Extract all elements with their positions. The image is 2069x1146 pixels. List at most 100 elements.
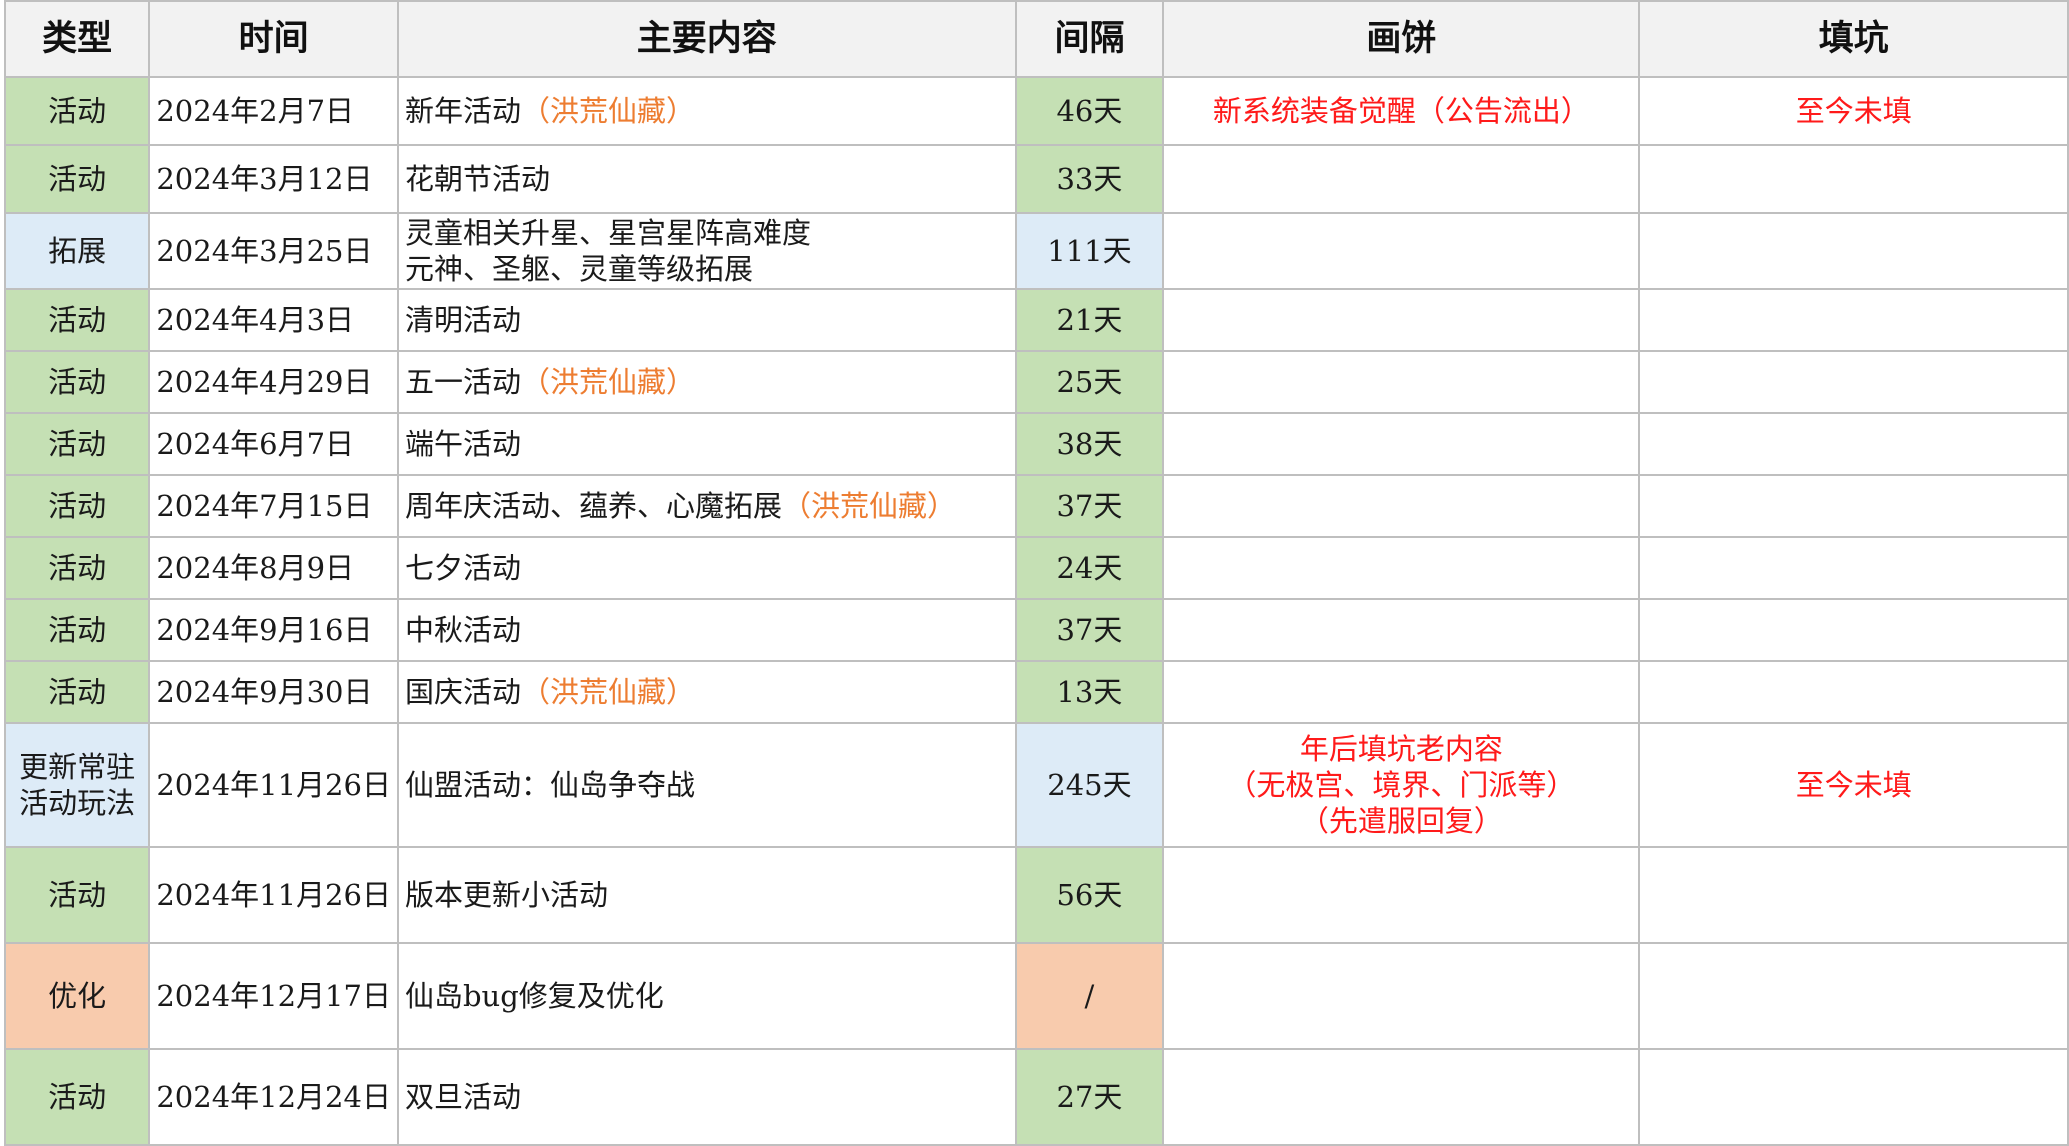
time-cell[interactable]: 2024年11月26日 <box>148 846 399 944</box>
content-cell[interactable]: 中秋活动 <box>396 598 1017 662</box>
type-cell[interactable]: 活动 <box>3 474 151 538</box>
gap-cell[interactable]: 21天 <box>1014 288 1165 352</box>
time-cell[interactable]: 2024年11月26日 <box>148 722 399 848</box>
gap-cell[interactable]: 38天 <box>1014 412 1165 476</box>
fill-cell[interactable] <box>1638 660 2069 724</box>
header-type[interactable]: 类型 <box>3 0 151 78</box>
type-cell[interactable]: 活动 <box>3 76 151 146</box>
table-row: 活动 2024年4月29日 五一活动（洪荒仙藏） 25天 <box>3 350 2069 414</box>
content-cell[interactable]: 灵童相关升星、星宫星阵高难度 元神、圣躯、灵童等级拓展 <box>396 212 1017 290</box>
type-cell[interactable]: 活动 <box>3 660 151 724</box>
header-row: 类型 时间 主要内容 间隔 画饼 填坑 <box>3 0 2069 78</box>
gap-cell[interactable]: 37天 <box>1014 598 1165 662</box>
gap-cell[interactable]: 245天 <box>1014 722 1165 848</box>
fill-cell[interactable] <box>1638 350 2069 414</box>
promise-cell[interactable] <box>1162 1048 1641 1146</box>
promise-cell[interactable] <box>1162 536 1641 600</box>
promise-cell[interactable] <box>1162 846 1641 944</box>
fill-cell[interactable] <box>1638 288 2069 352</box>
fill-cell[interactable] <box>1638 412 2069 476</box>
promise-line-1: 年后填坑老内容 <box>1299 732 1503 766</box>
fill-cell[interactable]: 至今未填 <box>1638 722 2069 848</box>
content-cell[interactable]: 新年活动（洪荒仙藏） <box>396 76 1017 146</box>
type-cell[interactable]: 活动 <box>3 144 151 214</box>
time-cell[interactable]: 2024年8月9日 <box>148 536 399 600</box>
type-cell[interactable]: 活动 <box>3 412 151 476</box>
content-cell[interactable]: 仙盟活动：仙岛争夺战 <box>396 722 1017 848</box>
content-cell[interactable]: 周年庆活动、蕴养、心魔拓展（洪荒仙藏） <box>396 474 1017 538</box>
content-cell[interactable]: 端午活动 <box>396 412 1017 476</box>
fill-cell[interactable]: 至今未填 <box>1638 76 2069 146</box>
content-cell[interactable]: 仙岛bug修复及优化 <box>396 942 1017 1050</box>
time-cell[interactable]: 2024年6月7日 <box>148 412 399 476</box>
time-cell[interactable]: 2024年12月17日 <box>148 942 399 1050</box>
fill-cell[interactable] <box>1638 536 2069 600</box>
type-cell[interactable]: 优化 <box>3 942 151 1050</box>
time-cell[interactable]: 2024年3月12日 <box>148 144 399 214</box>
type-cell[interactable]: 活动 <box>3 598 151 662</box>
fill-cell[interactable] <box>1638 212 2069 290</box>
content-cell[interactable]: 七夕活动 <box>396 536 1017 600</box>
type-cell[interactable]: 活动 <box>3 1048 151 1146</box>
header-time[interactable]: 时间 <box>148 0 399 78</box>
gap-cell[interactable]: 37天 <box>1014 474 1165 538</box>
content-cell[interactable]: 清明活动 <box>396 288 1017 352</box>
type-cell[interactable]: 拓展 <box>3 212 151 290</box>
time-cell[interactable]: 2024年4月29日 <box>148 350 399 414</box>
table-row: 活动 2024年11月26日 版本更新小活动 56天 <box>3 846 2069 944</box>
promise-cell[interactable] <box>1162 350 1641 414</box>
promise-cell[interactable] <box>1162 144 1641 214</box>
promise-cell[interactable]: 新系统装备觉醒（公告流出） <box>1162 76 1641 146</box>
type-cell[interactable]: 活动 <box>3 288 151 352</box>
promise-cell[interactable] <box>1162 288 1641 352</box>
time-cell[interactable]: 2024年9月30日 <box>148 660 399 724</box>
promise-cell[interactable] <box>1162 474 1641 538</box>
time-cell[interactable]: 2024年2月7日 <box>148 76 399 146</box>
type-cell[interactable]: 活动 <box>3 846 151 944</box>
gap-cell[interactable]: 111天 <box>1014 212 1165 290</box>
gap-cell[interactable]: 46天 <box>1014 76 1165 146</box>
time-cell[interactable]: 2024年9月16日 <box>148 598 399 662</box>
gap-cell[interactable]: / <box>1014 942 1165 1050</box>
time-cell[interactable]: 2024年7月15日 <box>148 474 399 538</box>
highlight-text: （洪荒仙藏） <box>520 675 695 709</box>
table-row: 活动 2024年6月7日 端午活动 38天 <box>3 412 2069 476</box>
fill-cell[interactable] <box>1638 474 2069 538</box>
header-gap[interactable]: 间隔 <box>1014 0 1165 78</box>
time-cell[interactable]: 2024年12月24日 <box>148 1048 399 1146</box>
gap-cell[interactable]: 33天 <box>1014 144 1165 214</box>
gap-cell[interactable]: 56天 <box>1014 846 1165 944</box>
header-content[interactable]: 主要内容 <box>396 0 1017 78</box>
fill-cell[interactable] <box>1638 1048 2069 1146</box>
header-fill[interactable]: 填坑 <box>1638 0 2069 78</box>
content-cell[interactable]: 国庆活动（洪荒仙藏） <box>396 660 1017 724</box>
update-schedule-table: 类型 时间 主要内容 间隔 画饼 填坑 活动 2024年2月7日 新年活动（洪荒… <box>3 0 2069 1146</box>
content-cell[interactable]: 五一活动（洪荒仙藏） <box>396 350 1017 414</box>
type-cell[interactable]: 活动 <box>3 536 151 600</box>
gap-cell[interactable]: 13天 <box>1014 660 1165 724</box>
header-promise[interactable]: 画饼 <box>1162 0 1641 78</box>
gap-cell[interactable]: 27天 <box>1014 1048 1165 1146</box>
type-cell[interactable]: 活动 <box>3 350 151 414</box>
highlight-text: （洪荒仙藏） <box>781 489 956 523</box>
fill-cell[interactable] <box>1638 598 2069 662</box>
content-cell[interactable]: 双旦活动 <box>396 1048 1017 1146</box>
content-cell[interactable]: 版本更新小活动 <box>396 846 1017 944</box>
content-text: 国庆活动 <box>404 675 521 709</box>
time-cell[interactable]: 2024年3月25日 <box>148 212 399 290</box>
gap-cell[interactable]: 25天 <box>1014 350 1165 414</box>
gap-cell[interactable]: 24天 <box>1014 536 1165 600</box>
promise-cell[interactable] <box>1162 660 1641 724</box>
promise-cell[interactable] <box>1162 942 1641 1050</box>
fill-cell[interactable] <box>1638 144 2069 214</box>
promise-cell[interactable] <box>1162 598 1641 662</box>
content-cell[interactable]: 花朝节活动 <box>396 144 1017 214</box>
type-cell[interactable]: 更新常驻 活动玩法 <box>3 722 151 848</box>
fill-cell[interactable] <box>1638 942 2069 1050</box>
promise-cell[interactable]: 年后填坑老内容 （无极宫、境界、门派等） （先遣服回复） <box>1162 722 1641 848</box>
time-cell[interactable]: 2024年4月3日 <box>148 288 399 352</box>
fill-cell[interactable] <box>1638 846 2069 944</box>
content-text: 中秋活动 <box>404 613 521 647</box>
promise-cell[interactable] <box>1162 212 1641 290</box>
promise-cell[interactable] <box>1162 412 1641 476</box>
